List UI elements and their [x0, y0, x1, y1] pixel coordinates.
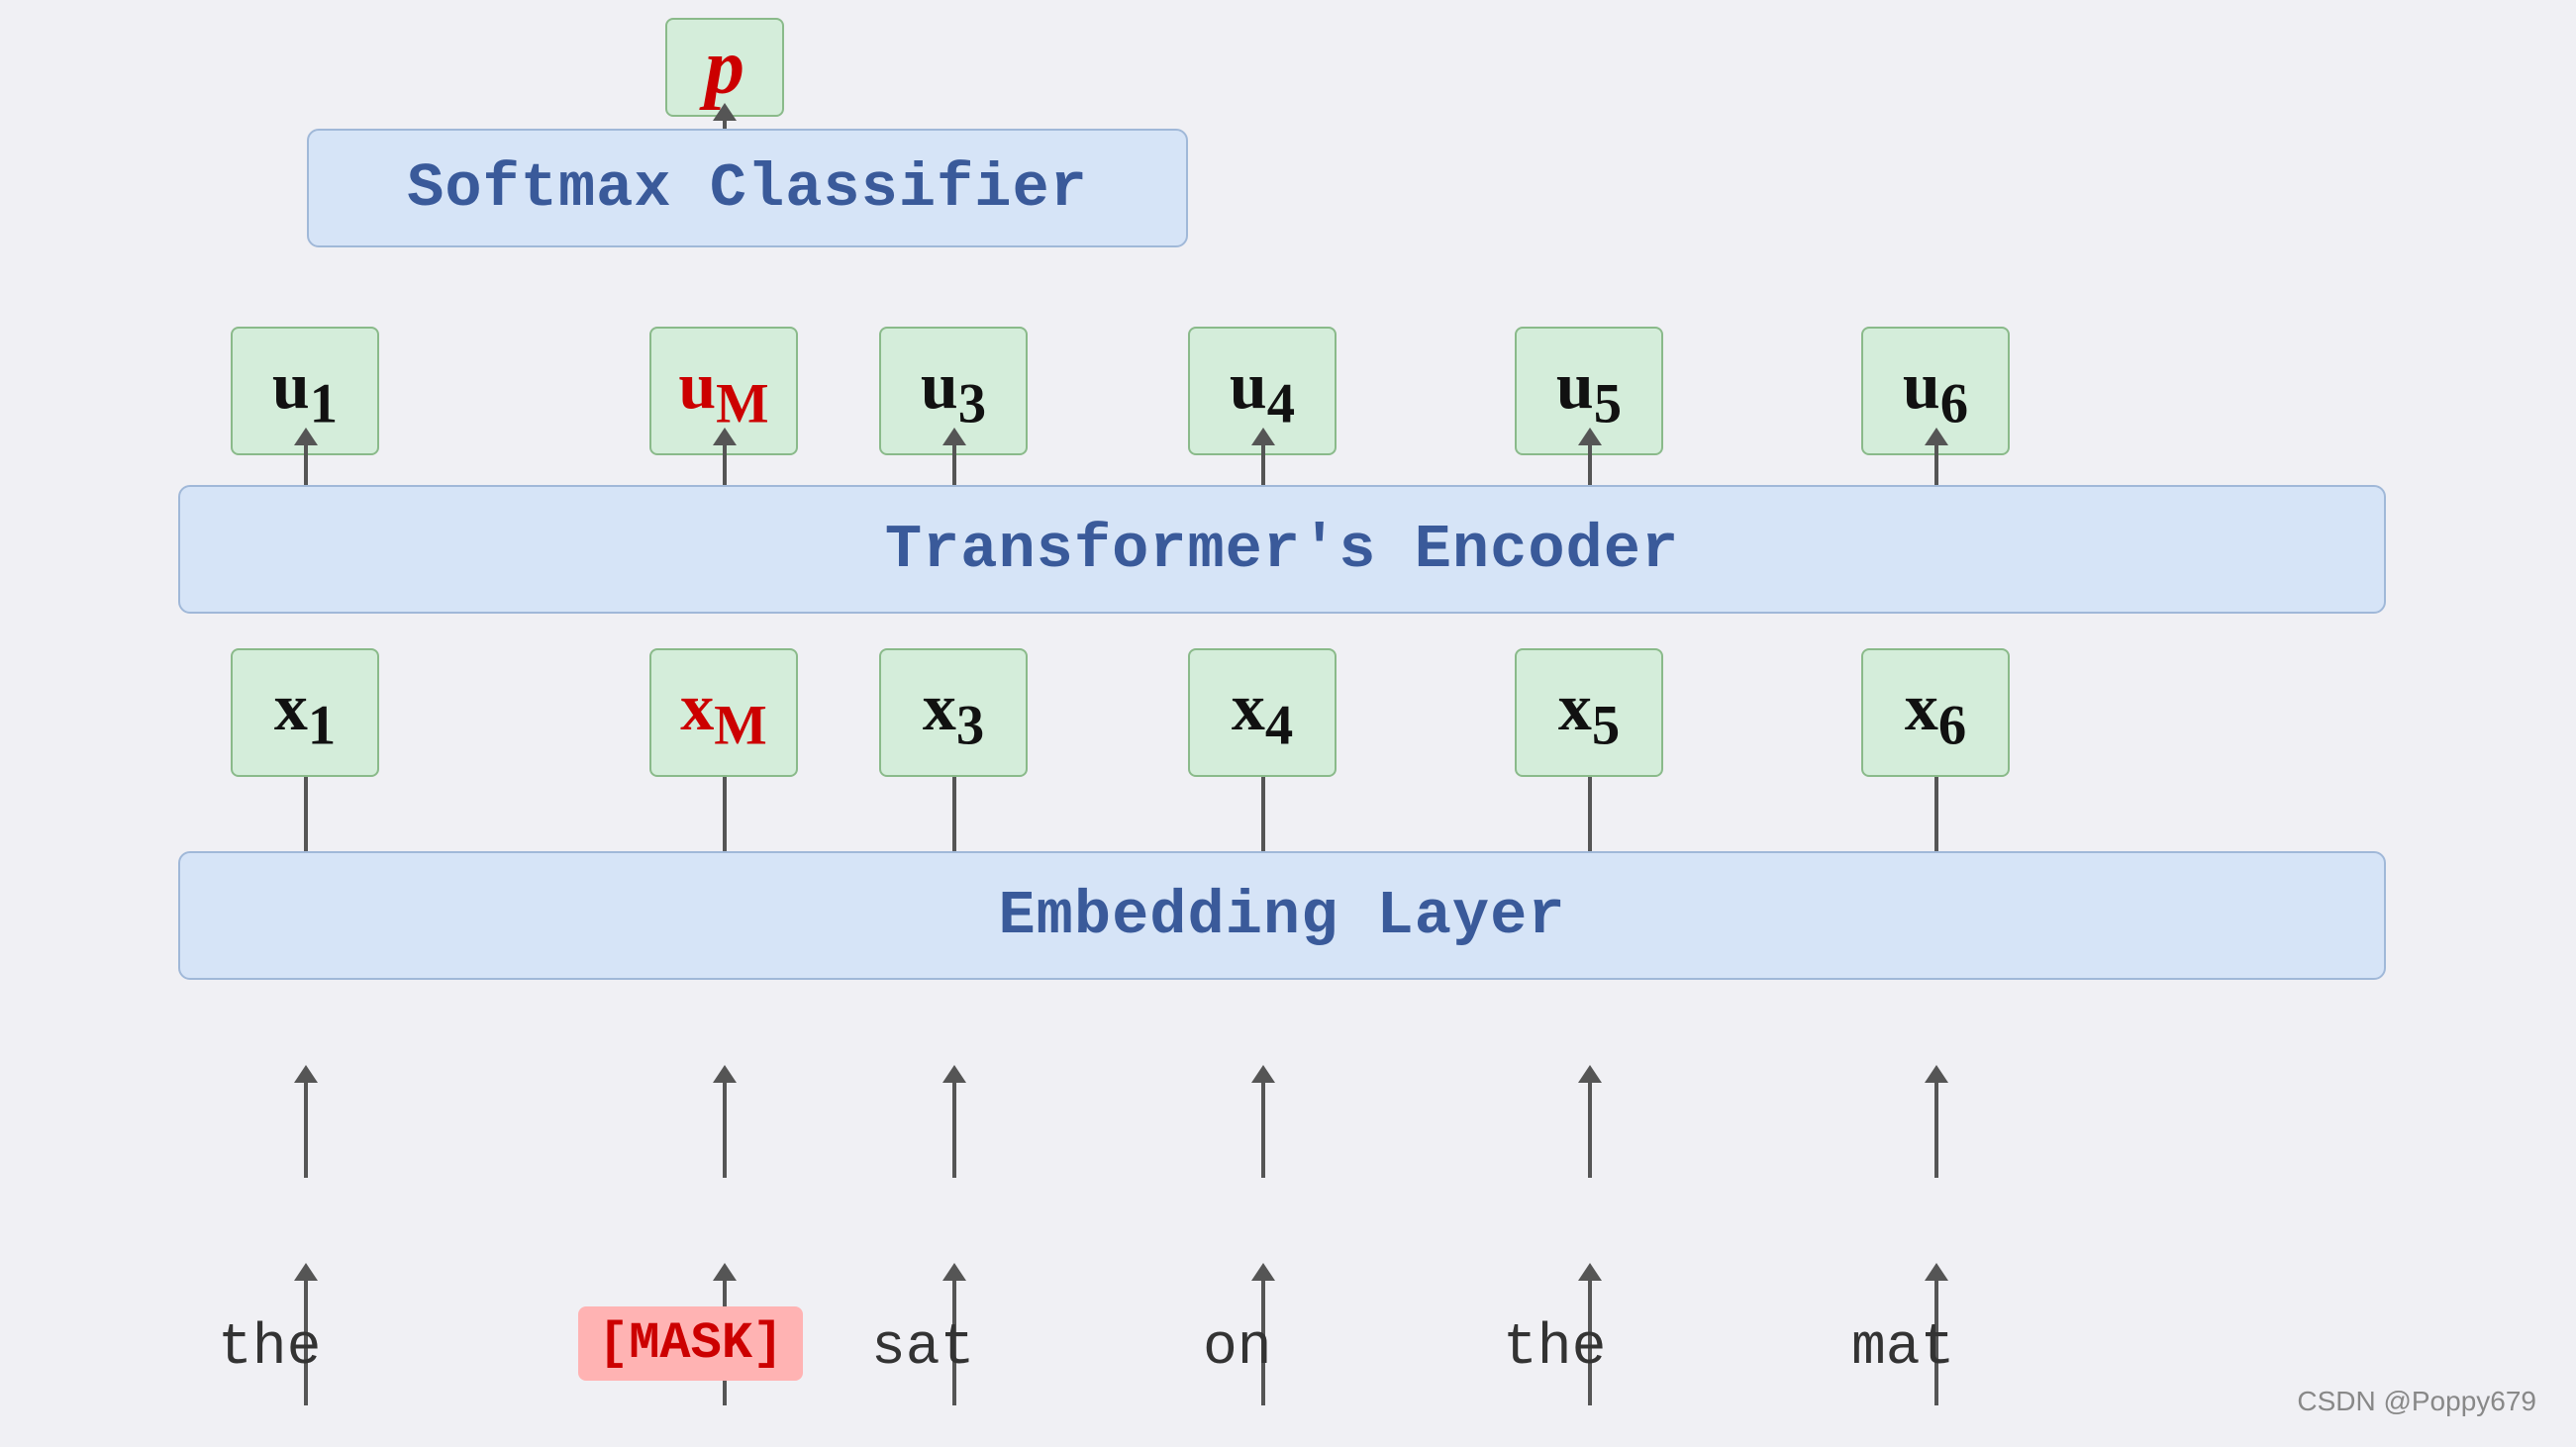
embedding-label: Embedding Layer [998, 881, 1565, 951]
word-the2: the [1503, 1316, 1606, 1381]
embedding-layer: Embedding Layer [178, 851, 2386, 980]
softmax-layer: Softmax Classifier [307, 129, 1188, 247]
word-mask: [MASK] [578, 1306, 803, 1381]
x3-node: x3 [879, 648, 1028, 777]
word-the1: the [218, 1316, 321, 1381]
p-output-box: p [665, 18, 784, 117]
x4-label: x4 [1232, 668, 1293, 758]
x1-node: x1 [231, 648, 379, 777]
word-mat: mat [1851, 1316, 1954, 1381]
u6-label: u6 [1903, 346, 1968, 436]
x4-node: x4 [1188, 648, 1337, 777]
u5-label: u5 [1556, 346, 1622, 436]
xm-label: xM [680, 668, 766, 758]
arrow-wordm-xm [723, 1079, 727, 1178]
word-on: on [1203, 1316, 1272, 1381]
arrow-word6-x6 [1934, 1079, 1938, 1178]
x5-label: x5 [1558, 668, 1620, 758]
um-label: uM [678, 346, 768, 436]
arrow-word4-x4 [1261, 1079, 1265, 1178]
diagram-container: p Softmax Classifier u1 uM u3 u4 u5 u6 T… [0, 0, 2576, 1447]
arrow-word5-x5 [1588, 1079, 1592, 1178]
x3-label: x3 [923, 668, 984, 758]
u3-label: u3 [921, 346, 986, 436]
watermark: CSDN @Poppy679 [2297, 1386, 2536, 1417]
u4-label: u4 [1230, 346, 1295, 436]
x1-label: x1 [274, 668, 336, 758]
encoder-layer: Transformer's Encoder [178, 485, 2386, 614]
xm-node: xM [649, 648, 798, 777]
arrow-word3-x3 [952, 1079, 956, 1178]
x6-node: x6 [1861, 648, 2010, 777]
x5-node: x5 [1515, 648, 1663, 777]
arrow-word1-x1 [304, 1079, 308, 1178]
u1-label: u1 [272, 346, 338, 436]
p-label: p [705, 23, 744, 113]
softmax-label: Softmax Classifier [407, 153, 1088, 224]
encoder-label: Transformer's Encoder [885, 515, 1679, 585]
x6-label: x6 [1905, 668, 1966, 758]
word-sat: sat [871, 1316, 974, 1381]
